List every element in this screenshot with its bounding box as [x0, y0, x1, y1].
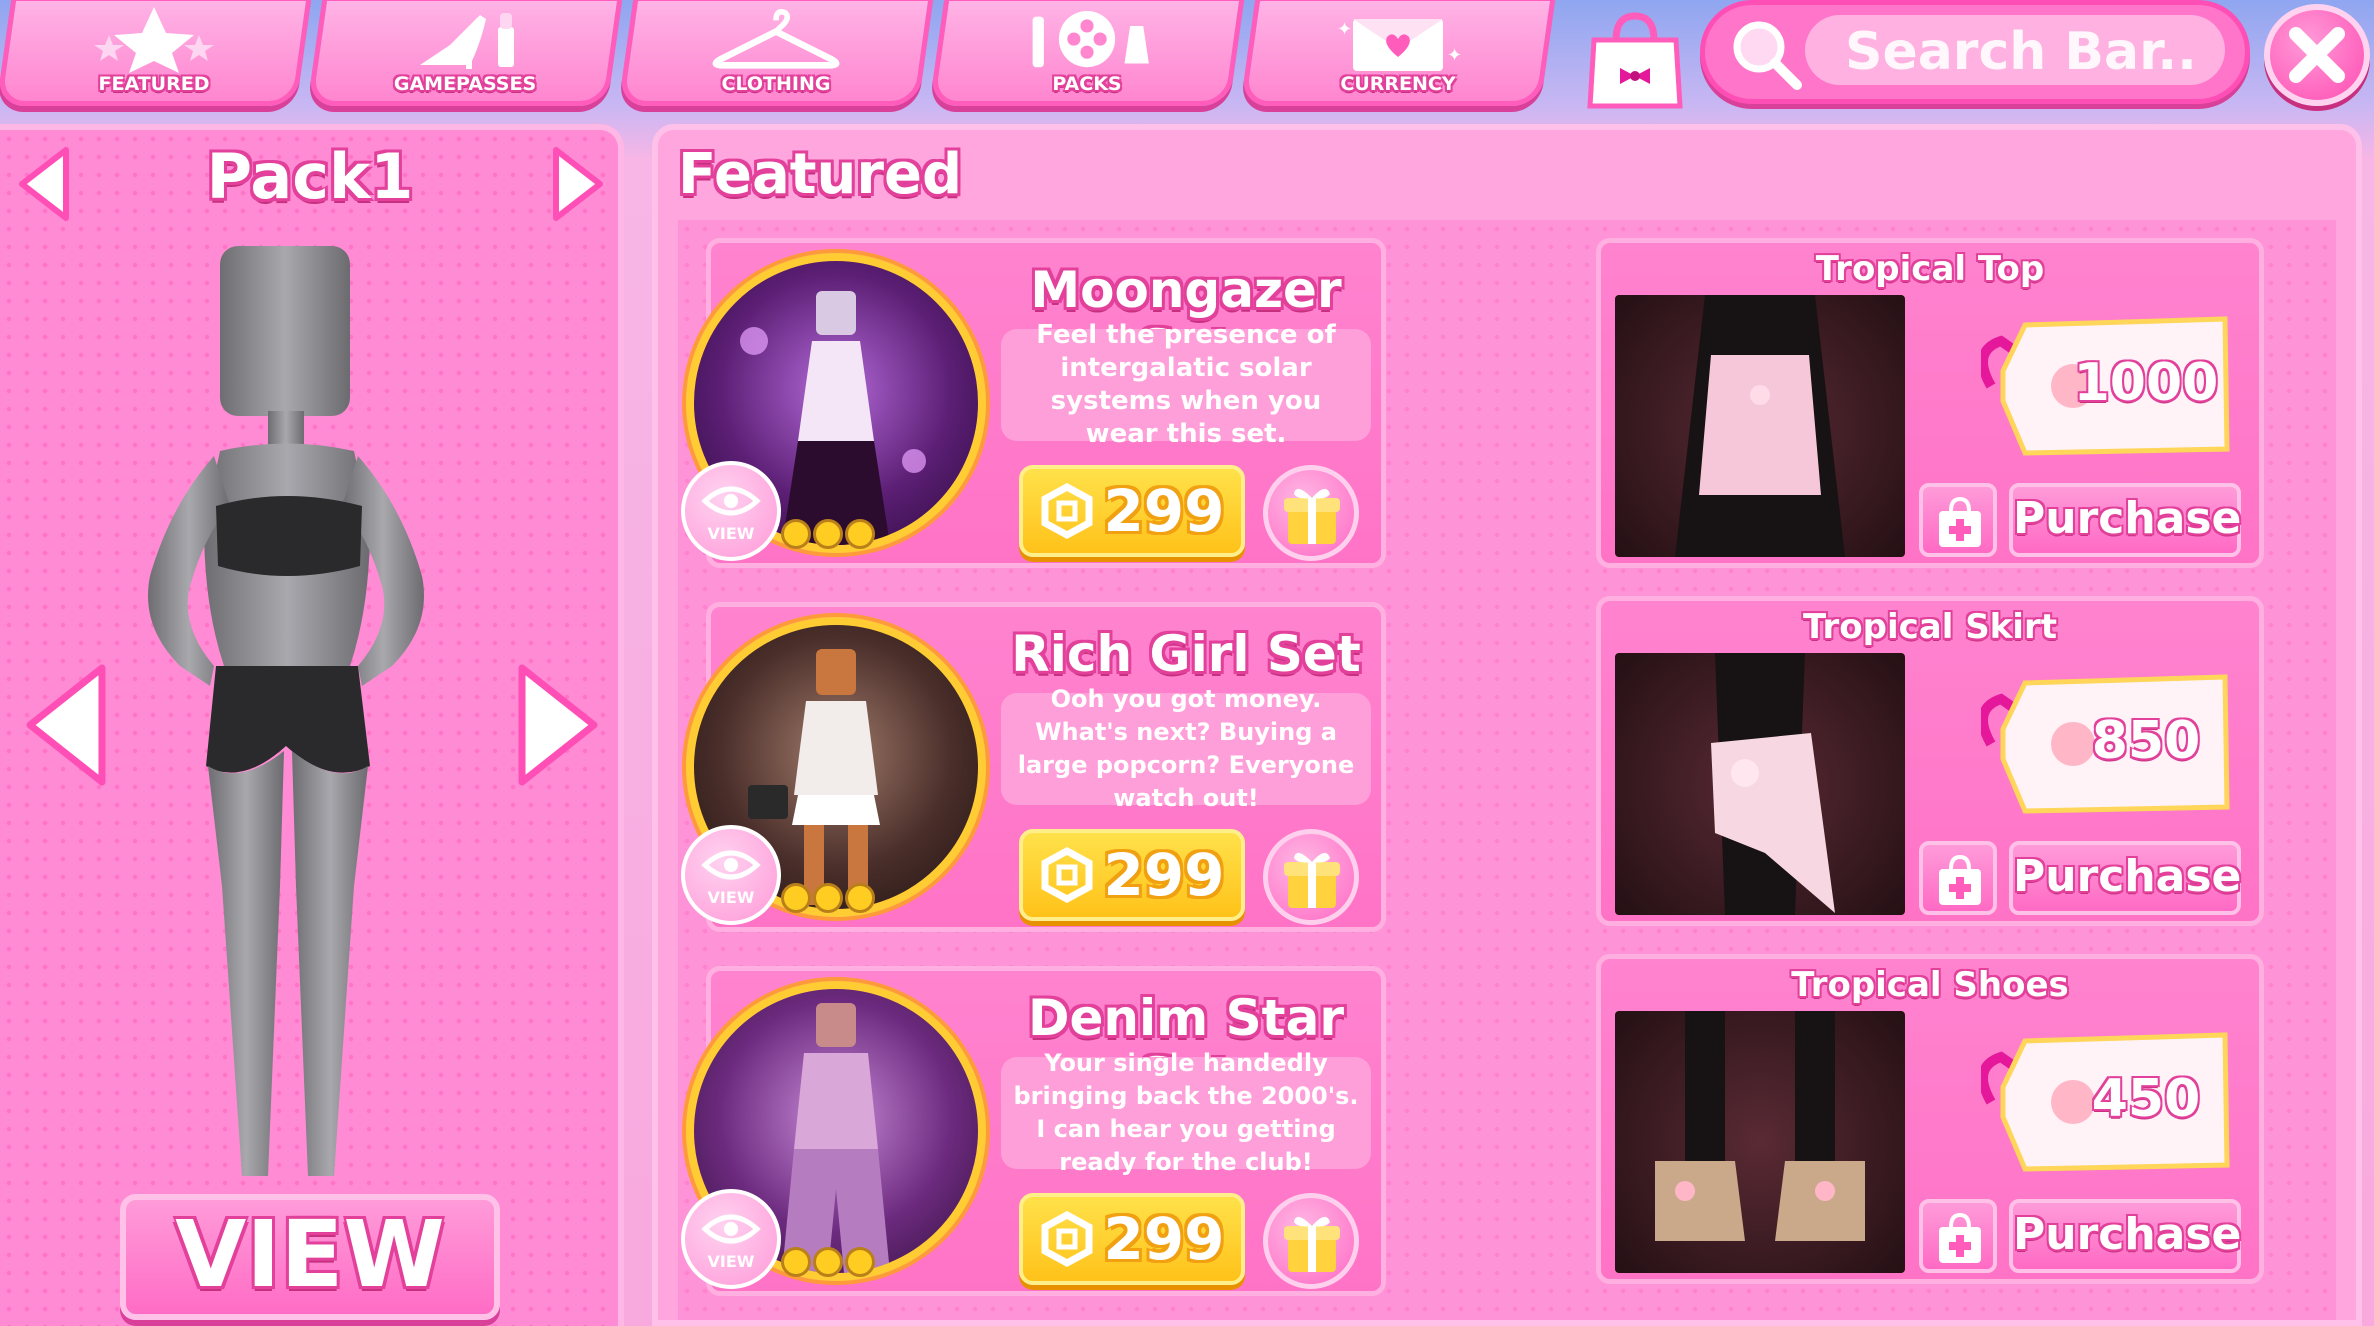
svg-text:✦: ✦	[1447, 45, 1462, 66]
set-card-moongazer: VIEW Moongazer Set Feel the presence of …	[681, 238, 1386, 568]
avatar-preview-panel: Pack1 VIEW	[0, 124, 624, 1326]
tab-label: FEATURED	[98, 73, 210, 95]
add-to-bag-button[interactable]	[1919, 483, 1997, 557]
add-to-bag-button[interactable]	[1919, 1199, 1997, 1273]
rotate-right-arrow-icon[interactable]	[512, 660, 602, 790]
robux-icon	[1041, 1211, 1093, 1267]
token-badges	[781, 1247, 875, 1277]
item-title: Tropical Top	[1815, 249, 2045, 289]
set-title: Rich Girl Set	[1011, 625, 1361, 683]
tab-label: PACKS	[1052, 73, 1122, 95]
search-icon	[1733, 21, 1802, 90]
buy-set-button[interactable]: 299	[1019, 829, 1245, 921]
item-card-tropical-shoes: Tropical Shoes 450 Purchase	[1596, 954, 2264, 1284]
token-badges	[781, 883, 875, 913]
next-pack-arrow-icon[interactable]	[546, 144, 606, 224]
bag-plus-icon	[1939, 496, 1981, 547]
envelope-heart-icon: ✦ ✦	[1323, 5, 1473, 75]
set-description: Ooh you got money. What's next? Buying a…	[1001, 685, 1371, 812]
avatar-mannequin	[148, 246, 424, 1176]
item-price: 850	[2091, 711, 2201, 771]
item-preview-image	[1615, 295, 1905, 557]
tab-featured[interactable]: FEATURED	[0, 0, 312, 106]
tab-label: CLOTHING	[721, 73, 831, 95]
tab-gamepasses[interactable]: GAMEPASSES	[307, 0, 623, 106]
gift-icon	[1284, 488, 1340, 544]
tab-currency[interactable]: ✦ ✦ CURRENCY	[1240, 0, 1556, 106]
set-description: Feel the presence of intergalatic solar …	[1001, 320, 1371, 449]
set-price: 299	[1103, 477, 1225, 545]
bag-plus-icon	[1939, 854, 1981, 905]
item-preview-image	[1615, 1011, 1905, 1273]
item-title: Tropical Shoes	[1791, 965, 2069, 1005]
gift-set-button[interactable]	[1263, 1193, 1359, 1289]
heels-lipstick-icon	[390, 5, 540, 75]
prev-pack-arrow-icon[interactable]	[16, 144, 76, 224]
rotate-left-arrow-icon[interactable]	[22, 660, 112, 790]
item-card-tropical-top: Tropical Top 1000 Purchase	[1596, 238, 2264, 568]
hanger-icon	[701, 5, 851, 75]
buy-set-button[interactable]: 299	[1019, 465, 1245, 557]
section-title: Featured	[678, 142, 963, 207]
view-label: VIEW	[707, 524, 755, 543]
pack-title: Pack1	[206, 140, 414, 213]
close-icon	[2289, 27, 2345, 83]
svg-text:✦: ✦	[1337, 19, 1352, 40]
purchase-button[interactable]: Purchase	[2009, 841, 2241, 915]
view-label: VIEW	[707, 1252, 755, 1271]
add-to-bag-button[interactable]	[1919, 841, 1997, 915]
tab-clothing[interactable]: CLOTHING	[618, 0, 934, 106]
close-button[interactable]	[2264, 4, 2370, 106]
view-label: VIEW	[707, 888, 755, 907]
search-input[interactable]: Search Bar..	[1805, 15, 2225, 85]
set-price: 299	[1103, 1205, 1225, 1273]
item-card-tropical-skirt: Tropical Skirt 850 Purchase	[1596, 596, 2264, 926]
purchase-button[interactable]: Purchase	[2009, 483, 2241, 557]
gift-set-button[interactable]	[1263, 465, 1359, 561]
view-set-button[interactable]: VIEW	[681, 825, 781, 925]
item-preview-image	[1615, 653, 1905, 915]
set-card-rich-girl: VIEW Rich Girl Set Ooh you got money. Wh…	[681, 602, 1386, 932]
view-avatar-button[interactable]: VIEW	[120, 1194, 500, 1320]
token-badges	[781, 519, 875, 549]
shopping-bag-icon	[1587, 12, 1683, 109]
tab-label: CURRENCY	[1340, 73, 1456, 95]
item-title: Tropical Skirt	[1803, 607, 2057, 647]
view-set-button[interactable]: VIEW	[681, 1189, 781, 1289]
star-icon	[79, 5, 229, 75]
tab-packs[interactable]: PACKS	[929, 0, 1245, 106]
bag-plus-icon	[1939, 1212, 1981, 1263]
search-bar[interactable]: Search Bar..	[1700, 0, 2250, 104]
view-set-button[interactable]: VIEW	[681, 461, 781, 561]
robux-icon	[1041, 847, 1093, 903]
set-price: 299	[1103, 841, 1225, 909]
eye-icon	[701, 486, 761, 516]
film-reel-icon	[1012, 5, 1162, 75]
buy-set-button[interactable]: 299	[1019, 1193, 1245, 1285]
eye-icon	[701, 1214, 761, 1244]
tab-label: GAMEPASSES	[393, 73, 537, 95]
eye-icon	[701, 850, 761, 880]
shopping-bag-button[interactable]	[1580, 10, 1690, 110]
gift-icon	[1284, 1216, 1340, 1272]
item-price: 450	[2091, 1069, 2201, 1129]
gift-icon	[1284, 852, 1340, 908]
gift-set-button[interactable]	[1263, 829, 1359, 925]
top-nav: FEATURED GAMEPASSES CLOTHING PACKS ✦ ✦ C…	[0, 0, 2374, 112]
set-description: Your single handedly bringing back the 2…	[1001, 1049, 1371, 1176]
set-card-denim-star: VIEW Denim Star Set Your single handedly…	[681, 966, 1386, 1296]
robux-icon	[1041, 483, 1093, 539]
item-price: 1000	[2073, 353, 2219, 413]
purchase-button[interactable]: Purchase	[2009, 1199, 2241, 1273]
